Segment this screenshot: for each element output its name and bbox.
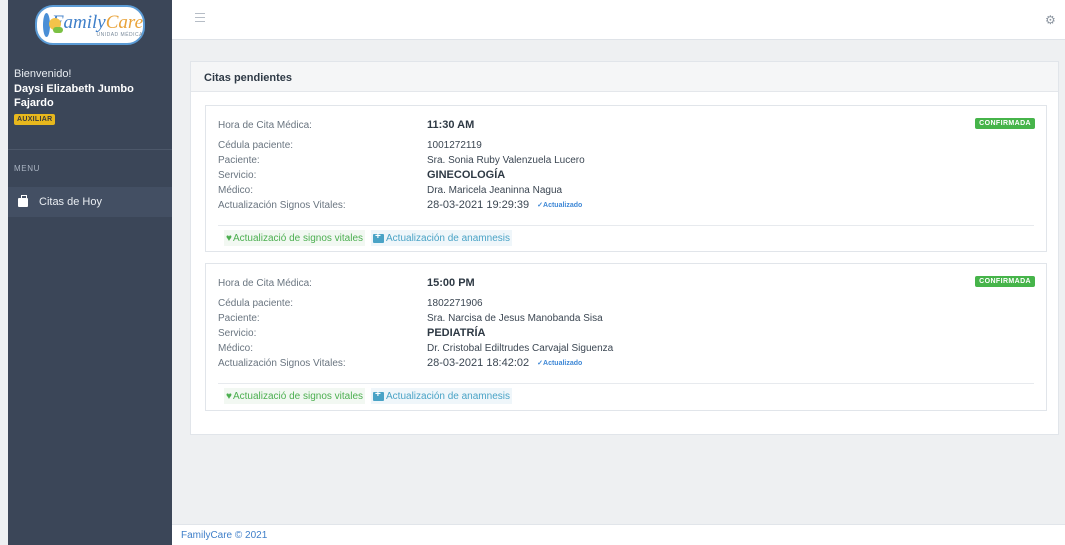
update-vitals-button[interactable]: ♥ Actualizació de signos vitales — [224, 388, 366, 404]
sidebar: FamilyCare UNIDAD MÉDICA Bienvenido! Day… — [8, 0, 172, 545]
appointment-time: 11:30 AM — [427, 119, 475, 131]
update-vitals-button[interactable]: ♥ Actualizació de signos vitales — [224, 230, 366, 246]
logo-area: FamilyCare UNIDAD MÉDICA — [8, 0, 172, 48]
update-vitals-label: Actualizació de signos vitales — [232, 390, 364, 402]
patient-id: 1802271906 — [427, 298, 483, 309]
update-anamnesis-button[interactable]: Actualización de anamnesis — [371, 388, 512, 404]
card-title: Citas pendientes — [191, 62, 1058, 92]
update-vitals-label: Actualizació de signos vitales — [232, 232, 364, 244]
topbar: ⚙ — [172, 0, 1065, 40]
sidebar-item-label: Citas de Hoy — [39, 196, 102, 208]
pending-appointments-card: Citas pendientes CONFIRMADA Hora de Cita… — [190, 61, 1059, 435]
familycare-logo[interactable]: FamilyCare UNIDAD MÉDICA — [35, 5, 145, 45]
label-paciente: Paciente: — [218, 155, 260, 166]
update-anamnesis-label: Actualización de anamnesis — [386, 390, 510, 402]
service-name: GINECOLOGÍA — [427, 169, 506, 181]
vitals-updated-date: 28-03-2021 18:42:02 — [427, 357, 530, 369]
divider — [218, 383, 1034, 384]
briefcase-icon — [18, 194, 28, 207]
label-cedula: Cédula paciente: — [218, 298, 294, 309]
vitals-updated-date: 28-03-2021 19:29:39 — [427, 199, 530, 211]
label-signos: Actualización Signos Vitales: — [218, 200, 346, 211]
status-badge: CONFIRMADA — [975, 118, 1035, 129]
appointment-time: 15:00 PM — [427, 277, 475, 289]
menu-title: MENU — [8, 149, 172, 173]
patient-id: 1001272119 — [427, 140, 482, 151]
user-name: Daysi Elizabeth Jumbo Fajardo — [14, 83, 134, 109]
label-hora: Hora de Cita Médica: — [218, 120, 312, 131]
footer: FamilyCare © 2021 — [172, 524, 1065, 545]
family-emblem-icon — [43, 13, 63, 37]
appointment-actions: ♥ Actualizació de signos vitales Actuali… — [224, 388, 512, 404]
label-signos: Actualización Signos Vitales: — [218, 358, 346, 369]
medical-kit-icon — [373, 231, 385, 243]
label-medico: Médico: — [218, 343, 254, 354]
status-badge: CONFIRMADA — [975, 276, 1035, 287]
updated-badge: ✓Actualizado — [537, 360, 583, 367]
heart-icon: ♥ — [226, 390, 232, 402]
update-anamnesis-label: Actualización de anamnesis — [386, 232, 510, 244]
role-badge: AUXILIAR — [14, 114, 56, 125]
gear-icon[interactable]: ⚙ — [1045, 14, 1057, 26]
appointment-card: CONFIRMADA Hora de Cita Médica: 15:00 PM… — [205, 263, 1047, 411]
label-medico: Médico: — [218, 185, 254, 196]
footer-text[interactable]: FamilyCare © 2021 — [181, 530, 267, 541]
label-servicio: Servicio: — [218, 328, 257, 339]
doctor-name: Dr. Cristobal Ediltrudes Carvajal Siguen… — [427, 343, 614, 354]
heart-icon: ♥ — [226, 232, 232, 244]
updated-badge: ✓Actualizado — [537, 202, 583, 209]
user-block: Bienvenido! Daysi Elizabeth Jumbo Fajard… — [8, 48, 172, 125]
welcome-text: Bienvenido! — [14, 68, 72, 80]
patient-name: Sra. Narcisa de Jesus Manobanda Sisa — [427, 313, 603, 324]
service-name: PEDIATRÍA — [427, 327, 486, 339]
appointment-card: CONFIRMADA Hora de Cita Médica: 11:30 AM… — [205, 105, 1047, 252]
label-hora: Hora de Cita Médica: — [218, 278, 312, 289]
medical-kit-icon — [373, 389, 385, 401]
label-cedula: Cédula paciente: — [218, 140, 294, 151]
sidebar-item-citas-de-hoy[interactable]: Citas de Hoy — [8, 187, 172, 217]
patient-name: Sra. Sonia Ruby Valenzuela Lucero — [427, 155, 585, 166]
label-servicio: Servicio: — [218, 170, 257, 181]
logo-word-care: Care — [105, 11, 143, 33]
logo-subtitle: UNIDAD MÉDICA — [96, 31, 143, 38]
appointment-actions: ♥ Actualizació de signos vitales Actuali… — [224, 230, 512, 246]
hamburger-menu-icon[interactable] — [195, 13, 205, 22]
label-paciente: Paciente: — [218, 313, 260, 324]
divider — [218, 225, 1034, 226]
doctor-name: Dra. Maricela Jeaninna Nagua — [427, 185, 563, 196]
update-anamnesis-button[interactable]: Actualización de anamnesis — [371, 230, 512, 246]
